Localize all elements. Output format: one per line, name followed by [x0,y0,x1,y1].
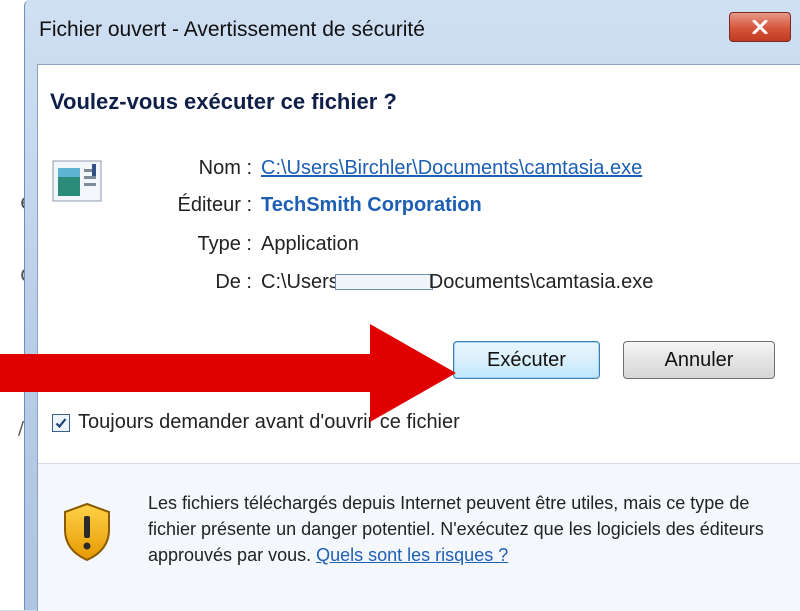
red-arrow-annotation [0,324,456,422]
from-path-end: Documents\camtasia.exe [428,271,654,293]
from-value: C:\Users Documents\camtasia.exe [261,271,653,294]
cancel-button[interactable]: Annuler [623,341,775,379]
warning-shield-icon [64,502,110,562]
file-name-link[interactable]: C:\Users\Birchler\Documents\camtasia.exe [261,157,642,180]
redacted-username [334,274,433,290]
from-label: De : [215,271,252,293]
name-label: Nom : [198,157,252,179]
type-label: Type : [197,233,252,255]
type-value: Application [261,233,359,255]
publisher-link[interactable]: TechSmith Corporation [261,194,482,217]
security-warning-dialog: Fichier ouvert - Avertissement de sécuri… [24,0,800,611]
warning-area: Les fichiers téléchargés depuis Internet… [38,464,800,611]
risks-link[interactable]: Quels sont les risques ? [316,545,508,565]
title-bar[interactable]: Fichier ouvert - Avertissement de sécuri… [25,0,800,64]
run-button-label: Exécuter [487,348,566,371]
close-button[interactable] [729,12,791,42]
cancel-button-label: Annuler [664,348,734,371]
from-path-start: C:\Users [261,271,339,293]
publisher-label: Éditeur : [177,194,252,216]
close-icon [752,20,768,34]
dialog-title: Fichier ouvert - Avertissement de sécuri… [39,18,425,41]
dialog-question: Voulez-vous exécuter ce fichier ? [50,89,397,114]
run-button[interactable]: Exécuter [453,341,600,379]
warning-message: Les fichiers téléchargés depuis Internet… [148,490,788,568]
